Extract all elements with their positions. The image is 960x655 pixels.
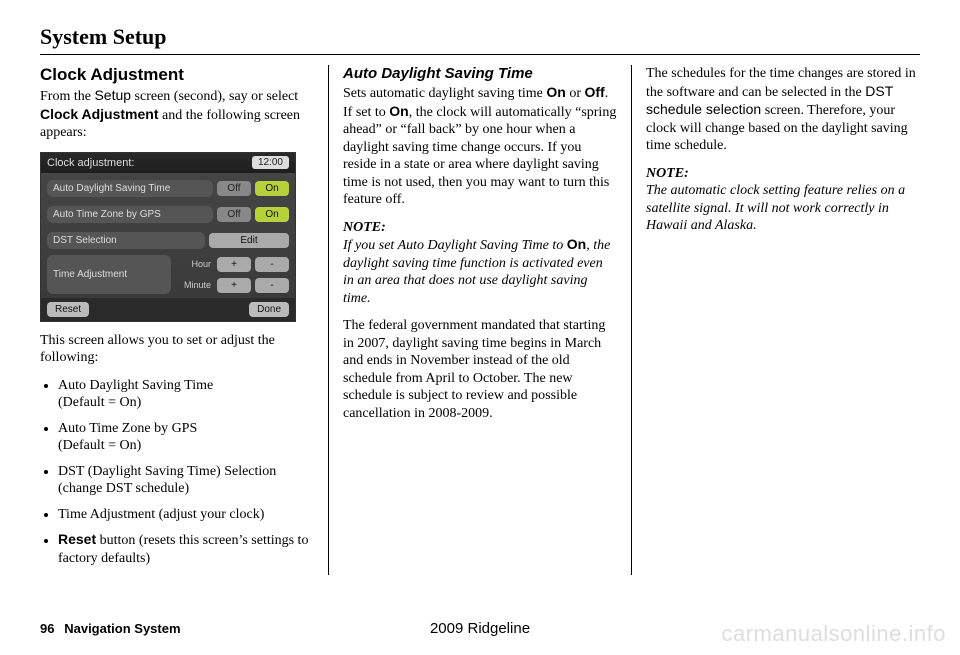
- adst-on-2: On: [389, 103, 408, 119]
- adst-heading: Auto Daylight Saving Time: [343, 65, 617, 82]
- col3-note-label: NOTE:: [646, 166, 689, 181]
- clock-adjustment-screenshot: Clock adjustment: 12:00 Auto Daylight Sa…: [40, 152, 296, 322]
- adst-note: NOTE: If you set Auto Daylight Saving Ti…: [343, 219, 617, 308]
- shot-minute-plus[interactable]: +: [217, 278, 251, 293]
- adst-p1b: or: [566, 86, 585, 101]
- bullet-reset-rest: button (resets this screen’s settings to…: [58, 533, 308, 566]
- shot-label-atz: Auto Time Zone by GPS: [47, 206, 213, 223]
- bullet-adst: Auto Daylight Saving Time (Default = On): [58, 377, 314, 412]
- column-2: Auto Daylight Saving Time Sets automatic…: [328, 65, 631, 575]
- content-columns: Clock Adjustment From the Setup screen (…: [40, 65, 920, 575]
- shot-label-dst: DST Selection: [47, 232, 205, 249]
- col3-note: NOTE: The automatic clock setting featur…: [646, 165, 920, 235]
- shot-row-atz: Auto Time Zone by GPS Off On: [47, 203, 289, 225]
- shot-atz-off[interactable]: Off: [217, 207, 251, 222]
- setup-word: Setup: [94, 87, 131, 103]
- bullet-atz-sub: (Default = On): [58, 438, 141, 453]
- bullet-timeadj: Time Adjustment (adjust your clock): [58, 506, 314, 524]
- clock-adjustment-heading: Clock Adjustment: [40, 65, 314, 85]
- shot-clock: 12:00: [252, 156, 289, 169]
- shot-row-timeadj: Time Adjustment Hour + - Minute + -: [47, 255, 289, 294]
- after-shot-text: This screen allows you to set or adjust …: [40, 332, 314, 367]
- bullet-reset: Reset button (resets this screen’s setti…: [58, 531, 314, 567]
- bullet-adst-sub: (Default = On): [58, 395, 141, 410]
- bullet-reset-bold: Reset: [58, 531, 96, 547]
- adst-note-on: On: [567, 236, 586, 252]
- adst-paragraph-1: Sets automatic daylight saving time On o…: [343, 84, 617, 209]
- shot-reset-button[interactable]: Reset: [47, 302, 89, 317]
- shot-done-button[interactable]: Done: [249, 302, 289, 317]
- shot-dst-edit[interactable]: Edit: [209, 233, 289, 248]
- shot-ta-hour-label: Hour: [175, 259, 213, 269]
- shot-adst-off[interactable]: Off: [217, 181, 251, 196]
- bullet-adst-main: Auto Daylight Saving Time: [58, 378, 213, 393]
- adst-note-a: If you set Auto Daylight Saving Time to: [343, 238, 567, 253]
- shot-title: Clock adjustment:: [47, 157, 134, 169]
- col3-paragraph-1: The schedules for the time changes are s…: [646, 65, 920, 155]
- shot-header: Clock adjustment: 12:00: [41, 153, 295, 174]
- adst-on-1: On: [546, 84, 565, 100]
- bullet-atz-main: Auto Time Zone by GPS: [58, 421, 197, 436]
- col3-note-text: The automatic clock setting feature reli…: [646, 183, 905, 233]
- column-1: Clock Adjustment From the Setup screen (…: [40, 65, 328, 575]
- shot-minute-minus[interactable]: -: [255, 278, 289, 293]
- shot-label-adst: Auto Daylight Saving Time: [47, 180, 213, 197]
- shot-hour-plus[interactable]: +: [217, 257, 251, 272]
- title-divider: [40, 54, 920, 55]
- adst-paragraph-2: The federal government mandated that sta…: [343, 317, 617, 422]
- page-title: System Setup: [40, 24, 920, 50]
- adst-note-label: NOTE:: [343, 220, 386, 235]
- bullet-dst: DST (Daylight Saving Time) Selection (ch…: [58, 463, 314, 498]
- shot-body: Auto Daylight Saving Time Off On Auto Ti…: [41, 173, 295, 298]
- bullet-atz: Auto Time Zone by GPS (Default = On): [58, 420, 314, 455]
- intro-text-1: From the: [40, 89, 94, 104]
- shot-hour-minus[interactable]: -: [255, 257, 289, 272]
- bullet-dst-main: DST (Daylight Saving Time) Selection: [58, 464, 276, 479]
- watermark: carmanualsonline.info: [721, 621, 946, 647]
- shot-label-timeadj: Time Adjustment: [47, 255, 171, 294]
- bullet-dst-sub: (change DST schedule): [58, 481, 189, 496]
- setting-bullets: Auto Daylight Saving Time (Default = On)…: [40, 377, 314, 568]
- adst-p1a: Sets automatic daylight saving time: [343, 86, 546, 101]
- shot-atz-on[interactable]: On: [255, 207, 289, 222]
- shot-footer: Reset Done: [41, 298, 295, 320]
- column-3: The schedules for the time changes are s…: [631, 65, 920, 575]
- intro-text-2: screen (second), say or select: [131, 89, 298, 104]
- adst-off: Off: [584, 84, 604, 100]
- shot-adst-on[interactable]: On: [255, 181, 289, 196]
- shot-row-adst: Auto Daylight Saving Time Off On: [47, 177, 289, 199]
- clock-adjustment-bold: Clock Adjustment: [40, 106, 159, 122]
- bullet-timeadj-main: Time Adjustment (adjust your clock): [58, 507, 264, 522]
- clock-adjustment-intro: From the Setup screen (second), say or s…: [40, 87, 314, 142]
- shot-ta-minute-label: Minute: [175, 280, 213, 290]
- shot-row-dst: DST Selection Edit: [47, 229, 289, 251]
